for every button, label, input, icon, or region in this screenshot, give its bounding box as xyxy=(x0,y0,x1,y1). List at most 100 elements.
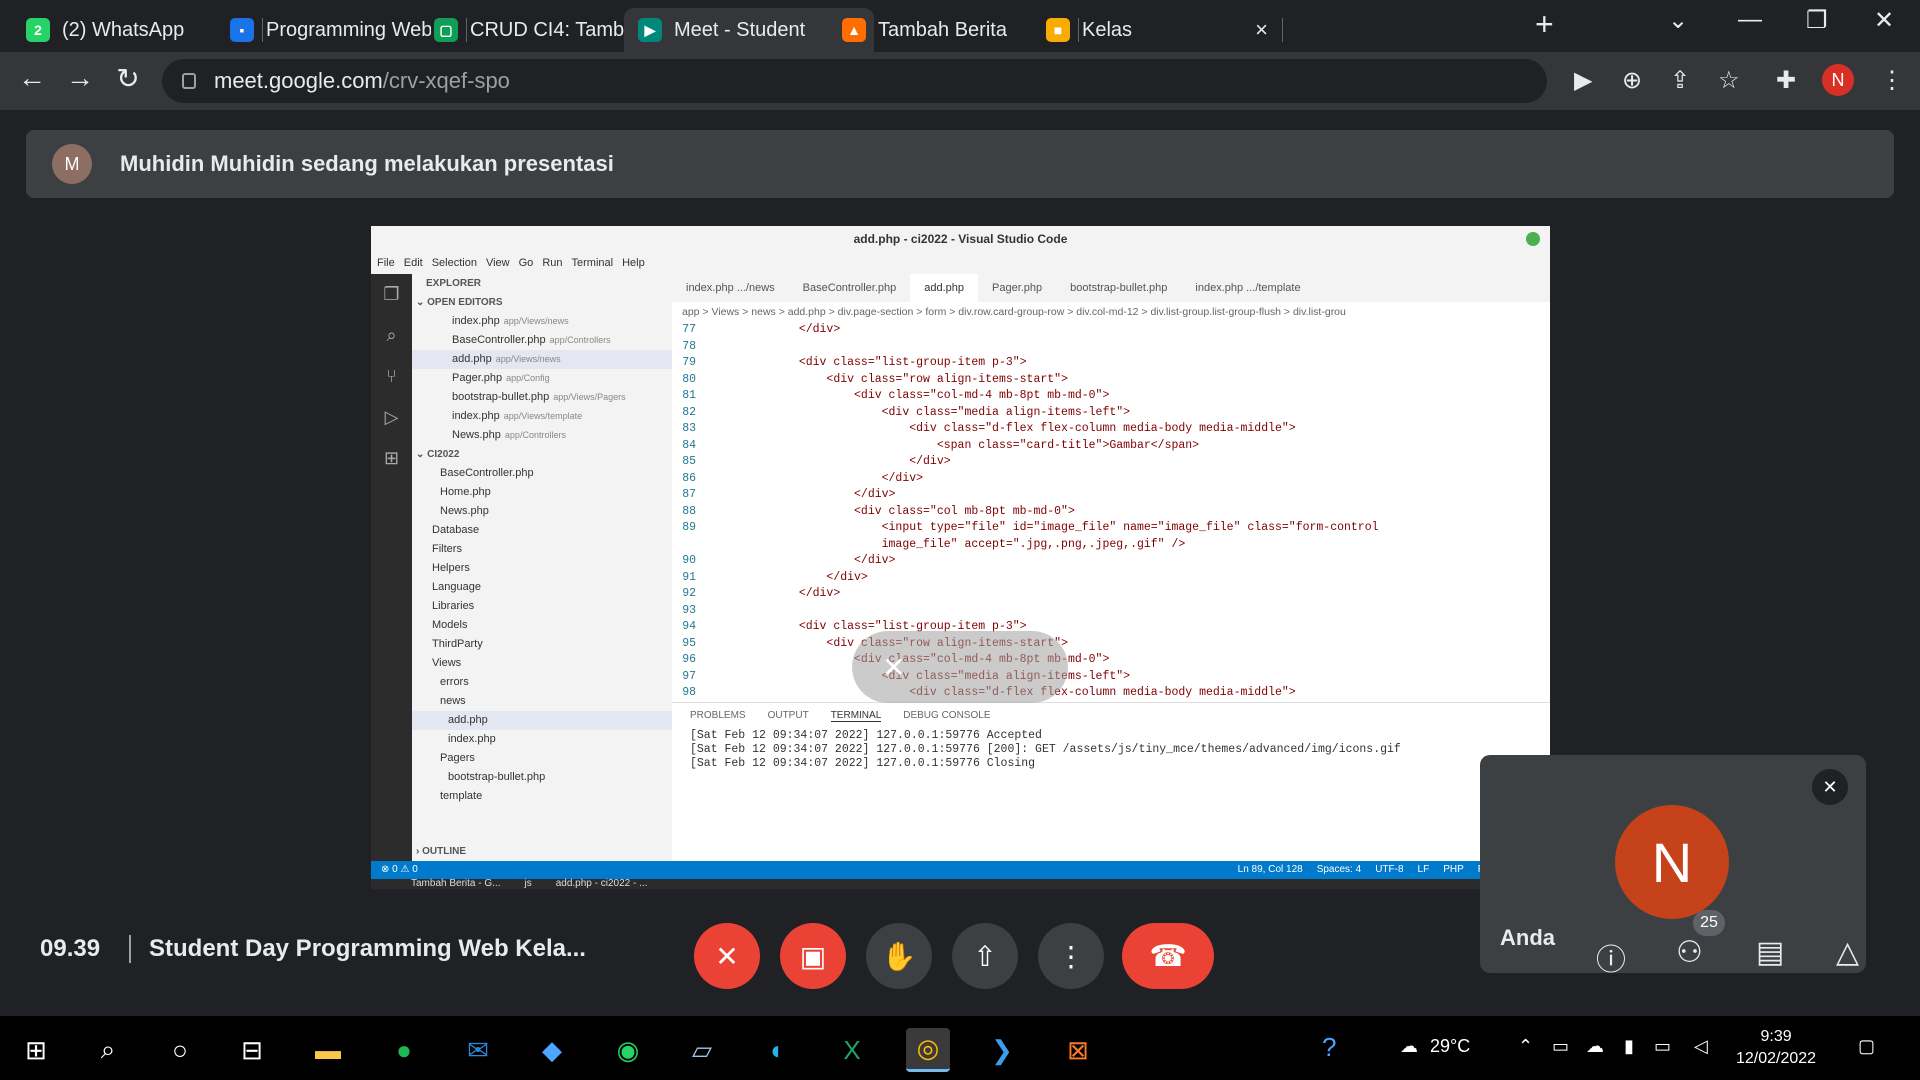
menu-item: File xyxy=(377,257,395,269)
meeting-info-icon[interactable]: ⓘ xyxy=(1596,935,1626,979)
tree-item: template xyxy=(440,790,483,802)
project-header: ⌄ CI2022 xyxy=(416,449,460,460)
camera-icon[interactable]: ▶ xyxy=(1574,66,1592,95)
present-screen-button[interactable]: ⇧ xyxy=(952,923,1018,989)
browser-tab[interactable]: ■ Kelas × xyxy=(1032,8,1283,52)
open-editor-item: BaseController.php app/Controllers xyxy=(412,331,672,350)
tab-separator xyxy=(1282,18,1283,42)
line-number: 84 xyxy=(682,438,696,452)
notes-icon[interactable]: ▱ xyxy=(680,1028,724,1072)
dropbox-icon[interactable]: ◆ xyxy=(530,1028,574,1072)
panel-tab: DEBUG CONSOLE xyxy=(903,710,991,721)
line-text: </div> xyxy=(716,323,841,336)
code-line: 97 <div class="media align-items-left"> xyxy=(672,669,1550,686)
edge-icon[interactable]: ◐ xyxy=(756,1028,800,1072)
reload-button[interactable]: ↻ xyxy=(108,62,148,95)
tab-search-icon[interactable]: ⌄ xyxy=(1668,6,1688,35)
share-icon[interactable]: ⇪ xyxy=(1670,66,1690,95)
tray-chevron-icon[interactable]: ⌃ xyxy=(1518,1036,1533,1057)
raise-hand-button[interactable]: ✋ xyxy=(866,923,932,989)
extensions-icon[interactable]: ✚ xyxy=(1776,66,1796,95)
terminal-line: [Sat Feb 12 09:34:07 2022] 127.0.0.1:597… xyxy=(690,757,1036,770)
meeting-time: 09.39 xyxy=(40,935,101,962)
close-window-button[interactable]: ✕ xyxy=(1874,6,1894,35)
bookmark-star-icon[interactable]: ☆ xyxy=(1718,66,1740,95)
file-explorer-icon[interactable]: ▬ xyxy=(306,1028,350,1072)
code-line: 95 <div class="row align-items-start"> xyxy=(672,636,1550,653)
panel-tab: PROBLEMS xyxy=(690,710,746,721)
volume-icon[interactable]: ◁ xyxy=(1694,1036,1708,1057)
activities-icon[interactable]: △ xyxy=(1836,935,1859,970)
tab-favicon-icon: ▪ xyxy=(230,18,254,42)
whatsapp-icon[interactable]: ◉ xyxy=(606,1028,650,1072)
xampp-icon[interactable]: ⊠ xyxy=(1056,1028,1100,1072)
line-text: </div> xyxy=(716,455,951,468)
chat-icon[interactable]: ▤ xyxy=(1756,935,1784,970)
tab-title: CRUD CI4: Tambah xyxy=(470,18,636,41)
line-text: </div> xyxy=(716,488,896,501)
windows-taskbar: ⊞ ⌕ ○ ⊟ ▬ ● ✉ ◆ ◉ ▱ ◐ X ◎ ❯ ⊠ ? ☁ 29°C ⌃… xyxy=(0,1016,1920,1080)
camera-toggle-button[interactable]: ▣ xyxy=(780,923,846,989)
excel-icon[interactable]: X xyxy=(830,1028,874,1072)
line-number: 81 xyxy=(682,389,696,402)
mail-icon[interactable]: ✉ xyxy=(456,1028,500,1072)
editor-tab: index.php .../news xyxy=(686,282,775,294)
line-number xyxy=(672,537,716,554)
status-item: Ln 89, Col 128 xyxy=(1237,864,1303,875)
search-icon[interactable]: ⌕ xyxy=(86,1028,130,1072)
vscode-explorer: EXPLORER ⌄ OPEN EDITORS index.php app/Views… xyxy=(412,274,672,861)
forward-button[interactable]: → xyxy=(60,62,100,94)
presenter-taskbar-item: add.php - ci2022 - ... xyxy=(555,878,648,889)
terminal-line: [Sat Feb 12 09:34:07 2022] 127.0.0.1:597… xyxy=(690,743,1401,756)
menu-dots-icon[interactable]: ⋮ xyxy=(1880,66,1904,95)
cortana-icon[interactable]: ○ xyxy=(158,1028,202,1072)
task-view-icon[interactable]: ⊟ xyxy=(230,1028,274,1072)
line-text: </div> xyxy=(716,570,868,584)
line-number: 96 xyxy=(682,653,696,666)
system-clock[interactable]: 9:39 12/02/2022 xyxy=(1736,1026,1816,1070)
spotify-icon[interactable]: ● xyxy=(382,1028,426,1072)
start-icon[interactable]: ⊞ xyxy=(14,1028,58,1072)
line-text: <span class="card-title">Gambar</span> xyxy=(716,438,1200,452)
new-tab-button[interactable]: + xyxy=(1535,6,1554,43)
menu-item: Edit xyxy=(403,257,423,269)
notification-icon[interactable]: ▢ xyxy=(1858,1036,1875,1057)
weather-icon: ☁ xyxy=(1400,1036,1418,1056)
status-item: Spaces: 4 xyxy=(1316,864,1362,875)
people-icon[interactable]: ⚇ xyxy=(1676,935,1703,970)
profile-avatar[interactable]: N xyxy=(1822,64,1854,96)
help-icon[interactable]: ? xyxy=(1322,1032,1336,1063)
source-control-icon: ⑂ xyxy=(386,366,397,386)
vscode-title: add.php - ci2022 - Visual Studio Code xyxy=(371,226,1550,252)
menu-item: Terminal xyxy=(571,257,614,269)
tab-title: Kelas xyxy=(1082,18,1133,41)
end-call-button[interactable]: ☎ xyxy=(1122,923,1214,989)
tree-item: errors xyxy=(440,676,469,688)
tab-close-icon[interactable]: × xyxy=(1255,17,1268,43)
zoom-icon[interactable]: ⊕ xyxy=(1622,66,1642,95)
tab-title: Programming Web xyxy=(266,18,432,41)
line-text: <div class="col-md-4 mb-8pt mb-md-0"> xyxy=(716,389,1110,402)
code-line: 84 <span class="card-title">Gambar</span… xyxy=(672,438,1550,455)
run-debug-icon: ▷ xyxy=(384,407,399,427)
presenter-taskbar: Tambah Berita - G... js add.php - ci2022 -… xyxy=(371,879,1550,889)
back-button[interactable]: ← xyxy=(12,62,52,94)
open-editors-header: ⌄ OPEN EDITORS xyxy=(416,297,503,308)
code-line: 82 <div class="media align-items-left"> xyxy=(672,405,1550,422)
lock-icon xyxy=(182,73,196,89)
mic-toggle-button[interactable]: ✕ xyxy=(694,923,760,989)
file-dir: app/Views/news xyxy=(495,354,561,364)
vscode-close-icon xyxy=(1526,232,1540,246)
open-editor-item: index.php app/Views/news xyxy=(412,312,672,331)
mic-off-icon: ✕ xyxy=(1812,769,1848,805)
terminal-line: [Sat Feb 12 09:34:07 2022] 127.0.0.1:597… xyxy=(690,729,1042,742)
restore-button[interactable]: ❐ xyxy=(1806,6,1828,35)
more-options-button[interactable]: ⋮ xyxy=(1038,923,1104,989)
address-bar[interactable]: meet.google.com/crv-xqef-spo xyxy=(162,59,1547,103)
chrome-icon[interactable]: ◎ xyxy=(906,1028,950,1072)
code-line: 96 <div class="col-md-4 mb-8pt mb-md-0"> xyxy=(672,652,1550,669)
file-name: add.php xyxy=(452,353,492,365)
minimize-button[interactable]: — xyxy=(1738,6,1762,34)
mic-icon: ▮ xyxy=(1624,1036,1634,1056)
vscode-icon[interactable]: ❯ xyxy=(980,1028,1024,1072)
